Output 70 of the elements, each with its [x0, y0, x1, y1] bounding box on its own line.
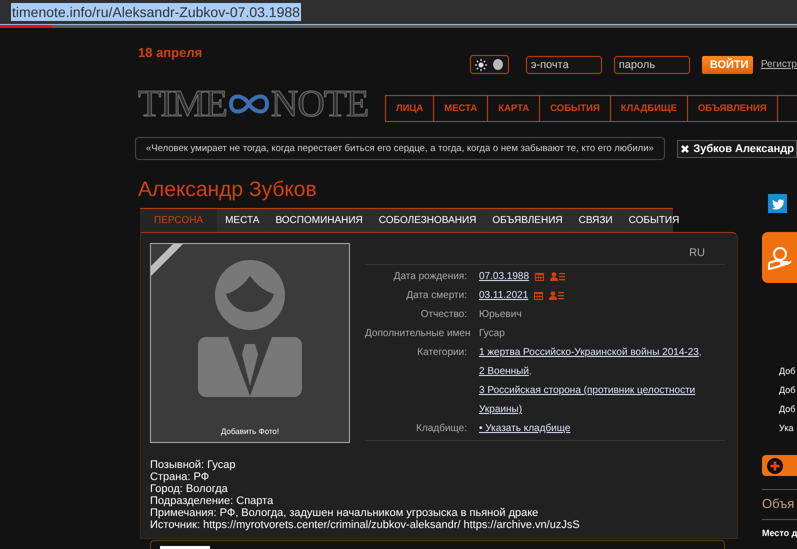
- section-heading: Объя: [762, 489, 797, 520]
- category-link[interactable]: 3 Российская сторона (противник целостности Украины): [479, 381, 725, 419]
- category-link[interactable]: 1 жертва Российско-Украинской войны 2014-23: [479, 343, 699, 362]
- password-field[interactable]: пароль: [614, 56, 690, 74]
- person-list-icon: [550, 272, 566, 281]
- sun-icon: [475, 58, 488, 70]
- note-line: Подразделение: Спарта: [150, 495, 274, 507]
- language-label: RU: [689, 247, 705, 261]
- profile-tab[interactable]: ВОСПОМИНАНИЯ: [267, 209, 371, 232]
- sidebar-link[interactable]: Доб: [779, 362, 797, 381]
- field-label: Кладбище:: [415, 422, 467, 436]
- nav-link[interactable]: ЛИЦА: [386, 96, 434, 121]
- logo-text: TIME: [138, 88, 227, 120]
- note-line: Позывной: Гусар: [150, 459, 236, 471]
- person-list-icon: [549, 291, 564, 300]
- quote-banner: «Человек умирает не тогда, когда перестает биться его сердце, а тогда, когда о нем забывают те, кто его любили»: [135, 137, 666, 160]
- avatar-silhouette-icon: [198, 260, 302, 397]
- add-photo-caption[interactable]: Добавить Фото!: [220, 427, 280, 436]
- nav-link[interactable]: МЕСТА: [434, 96, 488, 121]
- note-line: Примечания: РФ, Вологда, задушен начальником угрозыска в пьяной драке: [150, 507, 540, 519]
- field-label: Дата смерти:: [405, 289, 467, 303]
- profile-tab[interactable]: МЕСТА: [217, 209, 268, 232]
- date-link[interactable]: 07.03.1988: [479, 267, 530, 286]
- field-label: Дата рождения:: [392, 270, 467, 284]
- share-button[interactable]: [768, 194, 787, 213]
- profile-tab[interactable]: СОБЫТИЯ: [620, 209, 688, 232]
- donate-card[interactable]: [762, 232, 797, 283]
- corner-ribbon: [151, 244, 183, 276]
- bird-icon: [770, 198, 784, 210]
- hand-coin-icon: [767, 245, 792, 270]
- search-chip[interactable]: Зубков Александр: [677, 140, 797, 158]
- theme-toggle[interactable]: [470, 55, 509, 74]
- toggle-knob: [493, 59, 504, 70]
- field-label: Отчество:: [420, 308, 467, 322]
- register-link[interactable]: Регистр: [760, 59, 797, 70]
- place-label: Место д: [762, 528, 797, 538]
- date-label: 18 апреля: [138, 45, 202, 60]
- address-url[interactable]: timenote.info/ru/Aleksandr-Zubkov-07.03.1988: [11, 3, 301, 21]
- date-link[interactable]: 03.11.2021: [479, 286, 528, 305]
- link-separator: ,: [528, 366, 532, 377]
- profile-tab[interactable]: СОБОЛЕЗНОВАНИЯ: [370, 209, 484, 232]
- profile-tab[interactable]: ОБЪЯВЛЕНИЯ: [484, 209, 571, 232]
- add-button[interactable]: [762, 455, 797, 476]
- sidebar-link[interactable]: Доб: [779, 381, 797, 400]
- note-line: Источник: https://myrotvorets.center/criminal/zubkov-aleksandr/ https://archive.vn/uzJsS: [150, 519, 581, 531]
- field-value: Юрьевич: [479, 308, 522, 322]
- chip-label: Зубков Александр: [693, 143, 794, 155]
- email-field[interactable]: э-почта: [526, 56, 602, 74]
- photo-frame[interactable]: Добавить Фото!: [150, 243, 350, 443]
- note-line: Страна: РФ: [150, 471, 210, 483]
- category-link[interactable]: 2 Военный: [479, 366, 529, 377]
- category-link[interactable]: • Указать кладбище: [479, 423, 570, 434]
- person-name: Александр Зубков: [138, 177, 318, 202]
- logo-text: NOTE: [270, 88, 368, 120]
- calendar-icon: [534, 291, 544, 300]
- sidebar-link[interactable]: Ука: [779, 419, 797, 438]
- nav-link[interactable]: ОБЪЯВЛЕНИЯ: [688, 96, 778, 121]
- note-line: Город: Вологда: [150, 483, 229, 495]
- nav-link[interactable]: КЛАДБИЩЕ: [610, 96, 688, 121]
- field-label: Категории:: [416, 346, 467, 360]
- infinity-icon: [226, 92, 271, 116]
- link-separator: ,: [698, 347, 702, 358]
- nav-link[interactable]: КАРТА: [488, 96, 540, 121]
- plus-icon: [767, 458, 783, 474]
- profile-tab[interactable]: СВЯЗИ: [570, 209, 621, 232]
- close-icon: [680, 144, 690, 154]
- sidebar-link[interactable]: Доб: [779, 400, 797, 419]
- calendar-icon: [535, 272, 544, 281]
- field-value: Гусар: [479, 327, 505, 341]
- nav-link[interactable]: СОБЫТИЯ: [540, 96, 611, 121]
